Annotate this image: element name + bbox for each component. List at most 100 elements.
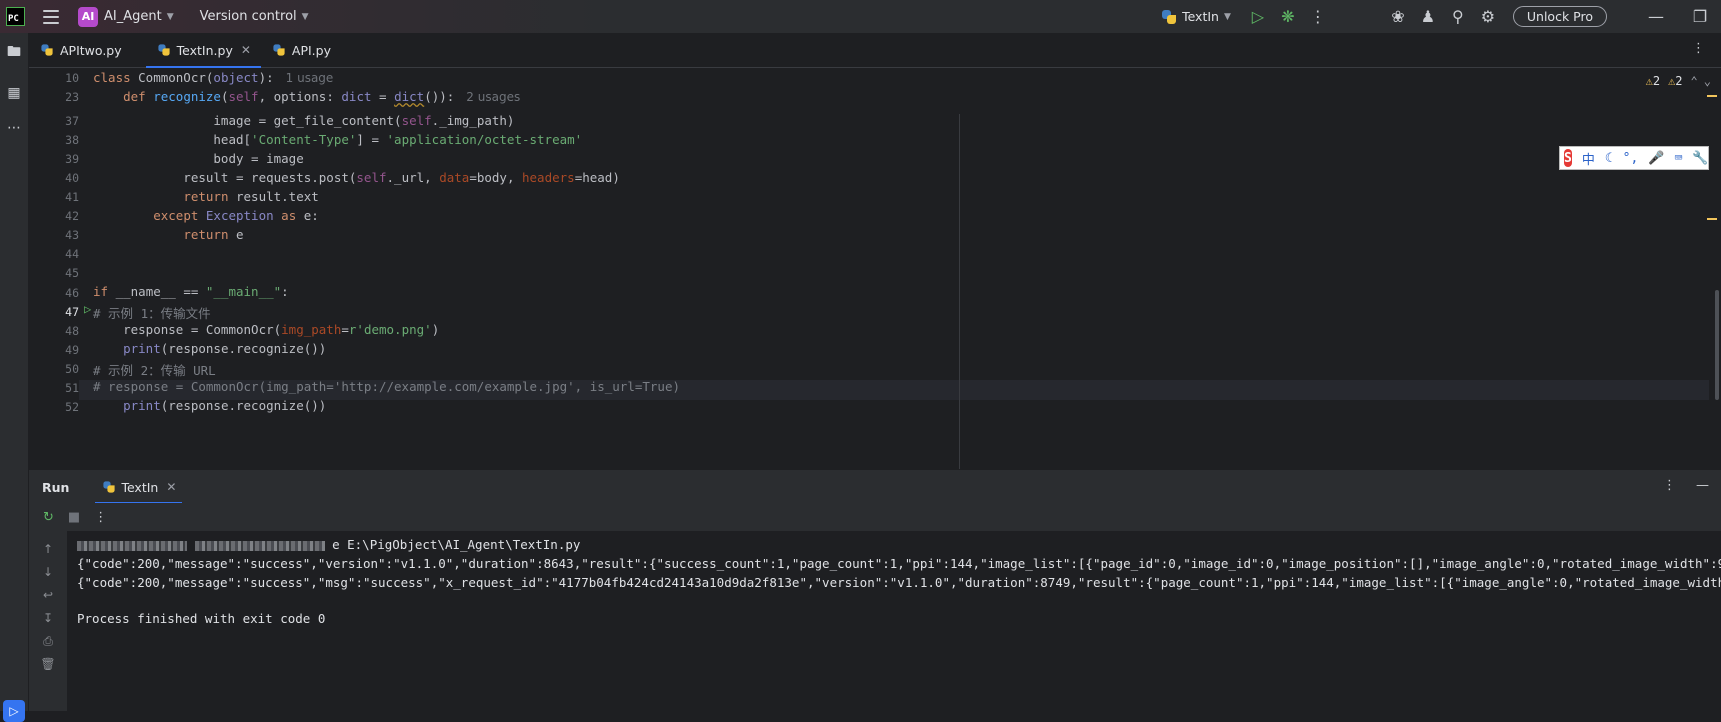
project-chevron-down-icon[interactable]: ▼ <box>167 12 174 22</box>
arrow-down-icon[interactable]: ↓ <box>40 564 56 580</box>
sticky-line-class[interactable]: 10 class CommonOcr(object): 1 usage <box>29 68 1721 87</box>
warning-icon: ⚠ <box>1645 74 1653 88</box>
weak-warning-count: 2 <box>1675 74 1683 88</box>
run-console-output[interactable]: e E:\PigObject\AI_Agent\TextIn.py {"code… <box>67 531 1721 711</box>
code-line: print(response.recognize()) <box>123 341 327 356</box>
line-number: 39 <box>65 152 79 166</box>
line-number: 46 <box>65 286 79 300</box>
rerun-icon[interactable]: ↻ <box>43 510 54 525</box>
sogou-logo-icon: S <box>1564 149 1572 167</box>
run-tab-textin[interactable]: TextIn ✕ <box>95 470 183 504</box>
clear-all-trash-icon[interactable]: 🗑 <box>40 656 56 672</box>
unlock-pro-button[interactable]: Unlock Pro <box>1512 6 1607 27</box>
code-line: result = requests.post(self._url, data=b… <box>93 170 620 185</box>
scroll-to-end-icon[interactable]: ↧ <box>40 610 56 626</box>
project-folder-icon[interactable]: 🖿 <box>4 43 24 63</box>
line-number: 44 <box>65 247 79 261</box>
project-name[interactable]: AI_Agent <box>104 9 162 24</box>
sticky-line-def[interactable]: 23 def recognize(self, options: dict = d… <box>29 87 1721 106</box>
code-line: return e <box>183 227 244 242</box>
print-icon[interactable]: ⎙ <box>40 633 56 649</box>
editor-tabs: APItwo.py TextIn.py ✕ API.py ⋮ <box>29 33 1721 68</box>
tabs-more-icon[interactable]: ⋮ <box>1692 41 1705 56</box>
search-icon[interactable]: ⚲ <box>1443 2 1473 32</box>
hide-panel-icon[interactable]: — <box>1696 478 1709 493</box>
restore-window-icon[interactable]: ❐ <box>1685 2 1715 32</box>
debug-icon[interactable]: ❋ <box>1273 2 1303 32</box>
line-number: 41 <box>65 190 79 204</box>
console-exit-line: Process finished with exit code 0 <box>77 611 326 626</box>
vcs-chevron-down-icon[interactable]: ▼ <box>302 12 309 22</box>
tab-textin[interactable]: TextIn.py ✕ <box>145 33 262 68</box>
vertical-scrollbar[interactable] <box>1715 290 1719 400</box>
console-output-line: {"code":200,"message":"success","msg":"s… <box>77 575 1721 590</box>
code-line: print(response.recognize()) <box>123 398 327 413</box>
run-config-chevron-icon: ▼ <box>1223 11 1231 22</box>
main-menu-icon[interactable] <box>43 9 59 24</box>
structure-icon[interactable]: ▦ <box>4 83 24 103</box>
ai-assistant-icon[interactable]: ❀ <box>1383 2 1413 32</box>
line-number: 49 <box>65 343 79 357</box>
previous-highlight-icon[interactable]: ⌃ <box>1691 74 1698 88</box>
code-line: def recognize(self, options: dict = dict… <box>123 89 521 104</box>
scrollbar-warning-marker[interactable] <box>1707 95 1717 97</box>
tab-apitwo[interactable]: APItwo.py <box>29 33 132 67</box>
python-file-icon <box>273 44 286 57</box>
more-tools-icon[interactable]: ⋯ <box>4 118 24 138</box>
python-file-icon <box>41 44 54 57</box>
minimize-icon[interactable]: — <box>1641 2 1671 32</box>
line-number: 37 <box>65 114 79 128</box>
code-line: body = image <box>93 151 304 166</box>
run-panel-title: Run <box>42 479 70 495</box>
scrollbar-warning-marker[interactable] <box>1707 218 1717 220</box>
tab-label: APItwo.py <box>60 42 122 58</box>
code-with-me-icon[interactable]: ♟ <box>1413 2 1443 32</box>
command-path: e E:\PigObject\AI_Agent\TextIn.py <box>332 537 581 552</box>
run-panel-header: Run TextIn ✕ ⋮ — <box>29 469 1721 504</box>
console-output-line: {"code":200,"message":"success","version… <box>77 556 1721 571</box>
ime-chinese-mode[interactable]: 中 <box>1582 149 1595 168</box>
run-panel-options-icon[interactable]: ⋮ <box>1663 478 1676 493</box>
microphone-icon[interactable]: 🎤 <box>1648 151 1664 166</box>
next-highlight-icon[interactable]: ⌄ <box>1704 74 1711 88</box>
usage-hint: 1 usage <box>285 71 334 85</box>
tab-label: API.py <box>291 42 331 58</box>
run-gutter-icon[interactable]: ▷ <box>84 302 91 316</box>
warning-count: 2 <box>1652 74 1661 88</box>
code-line: image = get_file_content(self._img_path) <box>93 113 515 128</box>
line-number: 10 <box>65 71 79 85</box>
run-more-icon[interactable]: ⋮ <box>94 510 107 525</box>
wrench-icon[interactable]: 🔧 <box>1692 151 1708 166</box>
close-run-tab-icon[interactable]: ✕ <box>166 480 176 494</box>
keyboard-icon[interactable]: ⌨ <box>1675 151 1683 166</box>
moon-icon[interactable]: ☾ <box>1605 151 1613 166</box>
more-actions-icon[interactable]: ⋮ <box>1303 2 1333 32</box>
project-badge[interactable]: AI <box>78 6 98 27</box>
line-number: 40 <box>65 171 79 185</box>
arrow-up-icon[interactable]: ↑ <box>40 541 56 557</box>
code-line: return result.text <box>183 189 319 204</box>
inspection-widget[interactable]: ⚠ 2 ⚠ 2 ⌃ ⌄ <box>1638 74 1711 88</box>
punctuation-icon[interactable]: °, <box>1623 151 1639 166</box>
code-comment-line: # 示例 1：传输文件 <box>93 306 211 321</box>
settings-gear-icon[interactable]: ⚙ <box>1473 2 1503 32</box>
code-editor[interactable]: 10 class CommonOcr(object): 1 usage 23 de… <box>29 68 1721 469</box>
run-configuration-selector[interactable]: TextIn ▼ <box>1161 9 1231 25</box>
run-toolwindow-icon[interactable]: ▷ <box>3 700 25 722</box>
code-comment-line: # response = CommonOcr(img_path='http://… <box>93 379 680 394</box>
line-number: 50 <box>65 362 79 376</box>
line-number: 43 <box>65 228 79 242</box>
code-line: if __name__ == "__main__": <box>93 284 289 299</box>
run-side-toolbar: ↑ ↓ ↩ ↧ ⎙ 🗑 <box>29 531 67 711</box>
run-icon[interactable]: ▷ <box>1243 2 1273 32</box>
python-icon <box>103 481 116 494</box>
weak-warning-icon: ⚠ <box>1668 74 1676 88</box>
console-command-line: e E:\PigObject\AI_Agent\TextIn.py <box>77 537 580 552</box>
close-tab-icon[interactable]: ✕ <box>241 43 251 57</box>
ime-toolbar[interactable]: S 中 ☾ °, 🎤 ⌨ 🔧 <box>1559 146 1709 170</box>
soft-wrap-icon[interactable]: ↩ <box>40 587 56 603</box>
tab-api[interactable]: API.py <box>261 33 341 67</box>
version-control-menu[interactable]: Version control <box>200 9 297 24</box>
stop-icon[interactable]: ■ <box>68 510 80 525</box>
line-number: 48 <box>65 324 79 338</box>
